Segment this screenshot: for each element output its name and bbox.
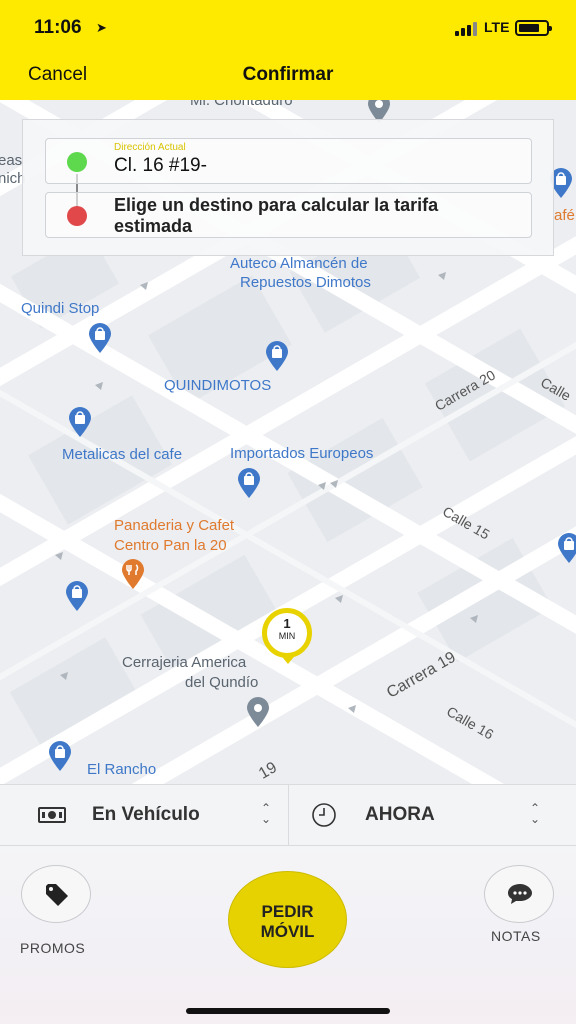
chat-bubble-icon: [508, 884, 532, 904]
top-header: 11:06 ➤ LTE Cancel Confirmar: [0, 0, 576, 100]
shopping-bag-pin-icon[interactable]: [264, 340, 290, 372]
schedule-label: AHORA: [365, 804, 435, 825]
shopping-bag-pin-icon[interactable]: [67, 406, 93, 438]
location-pin-icon[interactable]: [245, 696, 271, 728]
shopping-bag-pin-icon[interactable]: [236, 467, 262, 499]
battery-icon: [515, 20, 552, 36]
map-label-cerrajeria-2: del Qundío: [185, 674, 259, 691]
clock-icon: [312, 803, 336, 827]
network-type: LTE: [484, 19, 510, 35]
map-label-cerrajeria-1: Cerrajeria America: [122, 654, 247, 671]
origin-address-field[interactable]: Dirección Actual Cl. 16 #19-: [45, 138, 532, 184]
schedule-selector[interactable]: AHORA ⌃ ⌄: [288, 785, 576, 845]
trip-options-bar: En Vehículo ⌃ ⌄ AHORA ⌃ ⌄: [0, 784, 576, 846]
cash-icon: [38, 807, 66, 823]
request-ride-label: PEDIR MÓVIL: [229, 902, 346, 942]
status-bar: 11:06 ➤ LTE: [0, 0, 576, 50]
cell-signal-icon: [455, 22, 479, 36]
map-label-auteco-1: Auteco Almancén de: [230, 255, 368, 272]
chevron-up-down-icon: ⌃ ⌄: [260, 801, 272, 826]
payment-method-selector[interactable]: En Vehículo ⌃ ⌄: [0, 785, 288, 845]
eta-unit: MIN: [278, 631, 296, 641]
bottom-action-panel: PROMOS PEDIR MÓVIL NOTAS: [0, 846, 576, 1024]
destination-placeholder: Elige un destino para calcular la tarifa…: [114, 195, 439, 236]
tag-icon: [46, 884, 68, 906]
current-location-eta-pin[interactable]: 1 MIN: [262, 608, 314, 664]
shopping-bag-pin-icon[interactable]: [87, 322, 113, 354]
origin-address-value: Cl. 16 #19-: [114, 155, 207, 176]
shopping-bag-pin-icon[interactable]: [556, 532, 576, 564]
shopping-bag-pin-icon[interactable]: [47, 740, 73, 772]
home-indicator[interactable]: [186, 1008, 390, 1014]
request-label-line-2: MÓVIL: [260, 922, 315, 941]
map-label-top: Mi. Chontaduro: [190, 100, 293, 109]
map-label-importados: Importados Europeos: [230, 445, 374, 462]
map-label-auteco-2: Repuestos Dimotos: [240, 274, 371, 291]
shopping-bag-pin-icon[interactable]: [64, 580, 90, 612]
location-arrow-icon: ➤: [96, 20, 107, 35]
origin-caption: Dirección Actual: [114, 142, 186, 153]
destination-dot-icon: [67, 206, 87, 226]
restaurant-pin-icon[interactable]: [120, 558, 146, 590]
eta-badge: 1 MIN: [262, 608, 312, 658]
map-label-panaderia-1: Panaderia y Cafet: [114, 517, 235, 534]
map-label-right: afé: [554, 207, 575, 224]
notes-button[interactable]: [484, 865, 554, 923]
map-label-left-1: eas: [0, 152, 23, 169]
eta-value: 1: [283, 616, 291, 631]
chevron-up-down-icon: ⌃ ⌄: [529, 801, 541, 826]
page-title: Confirmar: [242, 64, 334, 85]
address-card: Dirección Actual Cl. 16 #19- Elige un de…: [22, 119, 554, 256]
status-time: 11:06: [34, 17, 82, 38]
map-label-metalicas: Metalicas del cafe: [62, 446, 183, 463]
promos-label: PROMOS: [20, 940, 86, 956]
promos-button[interactable]: [21, 865, 91, 923]
request-ride-button[interactable]: PEDIR MÓVIL: [228, 871, 347, 968]
map-label-el-rancho: El Rancho: [87, 761, 157, 778]
map-label-panaderia-2: Centro Pan la 20: [114, 537, 227, 554]
map-label-quindimotos: QUINDIMOTOS: [164, 377, 272, 394]
notes-label: NOTAS: [491, 928, 541, 944]
destination-address-field[interactable]: Elige un destino para calcular la tarifa…: [45, 192, 532, 238]
map-label-quindi-stop: Quindi Stop: [21, 300, 100, 317]
origin-dot-icon: [67, 152, 87, 172]
request-label-line-1: PEDIR: [261, 902, 314, 921]
payment-method-label: En Vehículo: [92, 804, 200, 825]
